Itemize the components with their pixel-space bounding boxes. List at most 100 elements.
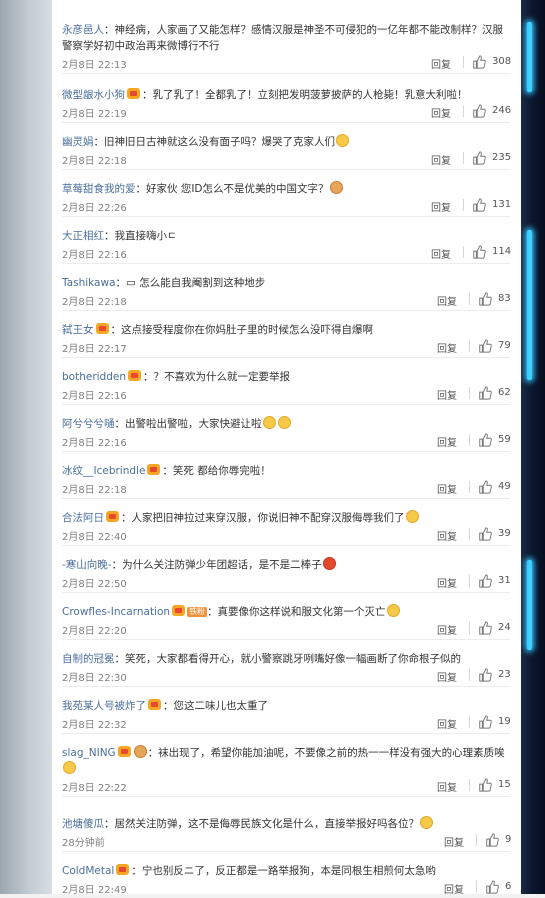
thumbs-up-icon[interactable]: [472, 198, 486, 212]
thumbs-up-icon[interactable]: [472, 104, 486, 118]
reply-button[interactable]: 回复: [437, 481, 457, 496]
like-count: 131: [492, 199, 512, 210]
comment-username[interactable]: 我苑某人号被炸了: [62, 700, 146, 712]
like-count: 246: [492, 105, 512, 116]
comment-username[interactable]: slag_NING: [62, 747, 116, 759]
comment-time: 2月8日 22:16: [62, 438, 127, 449]
comment-item: 池塘傻瓜：居然关注防弹，这不是侮辱民族文化是什么，直接举报好吗各位？ 28分钟前…: [62, 812, 511, 852]
thumbs-up-icon[interactable]: [478, 778, 492, 792]
reply-button[interactable]: 回复: [437, 528, 457, 543]
comment-time: 2月8日 22:19: [62, 109, 127, 120]
vip-icon: [148, 699, 161, 710]
thumbs-up-icon[interactable]: [472, 245, 486, 259]
comment-text: ：真要像你这样说和服文化第一个灭亡: [207, 606, 386, 618]
comment-username[interactable]: 草莓甜食我的爱: [62, 183, 136, 195]
reply-button[interactable]: 回复: [444, 834, 464, 849]
comment-item: 我苑某人号被炸了 ：您这二味儿也太重了 2月8日 22:32 回复 19: [62, 694, 511, 734]
comment-username[interactable]: 弑王女: [62, 324, 94, 336]
reply-button[interactable]: 回复: [437, 434, 457, 449]
comment-text: ：宁也别反ニ了，反正都是一路举报狗，本是同根生相煎何太急哟: [131, 865, 436, 877]
reply-button[interactable]: 回复: [437, 622, 457, 637]
reply-button[interactable]: 回复: [437, 669, 457, 684]
comment-username[interactable]: 合法阿日: [62, 512, 104, 524]
reply-button[interactable]: 回复: [437, 716, 457, 731]
comment-item: 冰纹__Icebrindle ：笑死 都给你辱完啦！ 2月8日 22:18 回复 …: [62, 459, 511, 499]
comment-username[interactable]: Tashikawa: [62, 277, 116, 289]
like-count: 235: [492, 152, 512, 163]
thumbs-up-icon[interactable]: [485, 880, 499, 894]
divider: [469, 622, 470, 634]
thumbs-up-icon[interactable]: [472, 55, 486, 69]
thumbs-up-icon[interactable]: [478, 668, 492, 682]
comment-time: 2月8日 22:13: [62, 60, 127, 71]
thumbs-up-icon[interactable]: [485, 833, 499, 847]
thumbs-up-icon[interactable]: [478, 527, 492, 541]
comment-username[interactable]: 冰纹__Icebrindle: [62, 465, 145, 477]
reply-button[interactable]: 回复: [437, 293, 457, 308]
comment-username[interactable]: Crowfles-Incarnation: [62, 606, 170, 618]
fan-badge: 铁粉: [187, 607, 208, 617]
left-backdrop: [0, 0, 52, 894]
divider: [469, 387, 470, 399]
comment-username[interactable]: 永彦邑人: [62, 24, 104, 36]
comment-item: 永彦邑人：神经病，人家画了又能怎样？感情汉服是神圣不可侵犯的一亿年都不能改制样？…: [62, 18, 512, 74]
angry-emoji-icon: [322, 557, 336, 570]
thumbs-up-icon[interactable]: [478, 480, 492, 494]
thumbs-up-icon[interactable]: [478, 386, 492, 400]
comment-item: Tashikawa：▭ 怎么能自我阉割到这种地步 2月8日 22:18 回复 8…: [62, 271, 511, 311]
reply-button[interactable]: 回复: [437, 387, 457, 402]
thumbs-up-icon[interactable]: [478, 339, 492, 353]
reply-button[interactable]: 回复: [431, 152, 451, 167]
like-count: 62: [498, 387, 511, 398]
comment-username[interactable]: 大正相红: [62, 230, 104, 242]
laughing-emoji-icon: [63, 761, 76, 774]
laughing-emoji-icon: [262, 416, 276, 429]
comment-username[interactable]: 阿兮兮兮嗵: [62, 418, 115, 430]
vip-icon: [127, 88, 140, 99]
like-count: 49: [498, 481, 511, 492]
glow-accent: [527, 230, 532, 380]
comment-text: ：▭ 怎么能自我阉割到这种地步: [115, 277, 266, 289]
thumbs-up-icon[interactable]: [478, 433, 492, 447]
comment-item: 幽灵娟：旧神旧日古神就这么没有面子吗？爆哭了克家人们 2月8日 22:18 回复…: [62, 130, 512, 170]
thumbs-up-icon[interactable]: [478, 292, 492, 306]
thumbs-up-icon[interactable]: [478, 621, 492, 635]
comment-text: ：笑死 都给你辱完啦！: [162, 465, 271, 477]
comment-username[interactable]: -寒山向晚-: [62, 559, 112, 571]
right-backdrop: [521, 0, 545, 894]
comment-username[interactable]: botheridden: [62, 371, 126, 383]
comment-username[interactable]: 微型龈水小狗: [62, 89, 125, 101]
comment-username[interactable]: ColdMetal: [62, 865, 114, 877]
comment-text: ：好家伙 您ID怎么不是优美的中国文字？: [135, 183, 329, 195]
comment-item: 合法阿日 ：人家把旧神拉过来穿汉服，你说旧神不配穿汉服侮辱我们了 2月8日 22:…: [62, 506, 511, 546]
divider: [463, 246, 464, 258]
comment-username[interactable]: 幽灵娟: [62, 136, 94, 148]
like-count: 114: [492, 246, 512, 257]
reply-button[interactable]: 回复: [431, 199, 451, 214]
comment-username[interactable]: 自制的冠冕: [62, 653, 115, 665]
reply-button[interactable]: 回复: [431, 246, 451, 261]
thumbs-up-icon[interactable]: [472, 151, 486, 165]
comment-item: 弑王女 ：这点接受程度你在你妈肚子里的时候怎么没吓得自爆啊 2月8日 22:17 …: [62, 318, 511, 358]
like-count: 308: [492, 56, 512, 67]
thumbs-up-icon[interactable]: [478, 715, 492, 729]
comment-time: 2月8日 22:18: [62, 297, 127, 308]
divider: [469, 669, 470, 681]
reply-button[interactable]: 回复: [437, 779, 457, 794]
reply-button[interactable]: 回复: [437, 575, 457, 590]
comment-time: 2月8日 22:50: [62, 579, 127, 590]
reply-button[interactable]: 回复: [431, 56, 451, 71]
like-count: 83: [498, 293, 511, 304]
comment-time: 2月8日 22:17: [62, 344, 127, 355]
divider: [469, 575, 470, 587]
like-count: 39: [498, 528, 511, 539]
comment-text: ：旧神旧日古神就这么没有面子吗？爆哭了克家人们: [93, 136, 336, 148]
thumbs-up-icon[interactable]: [478, 574, 492, 588]
reply-button[interactable]: 回复: [437, 340, 457, 355]
comment-item: ColdMetal ：宁也别反ニ了，反正都是一路举报狗，本是同根生相煎何太急哟 2…: [62, 859, 511, 898]
comment-text: ：居然关注防弹，这不是侮辱民族文化是什么，直接举报好吗各位？: [104, 818, 419, 830]
vip-icon: [172, 605, 186, 616]
comment-username[interactable]: 池塘傻瓜: [62, 818, 104, 830]
vip-icon: [117, 746, 131, 757]
reply-button[interactable]: 回复: [431, 105, 451, 120]
